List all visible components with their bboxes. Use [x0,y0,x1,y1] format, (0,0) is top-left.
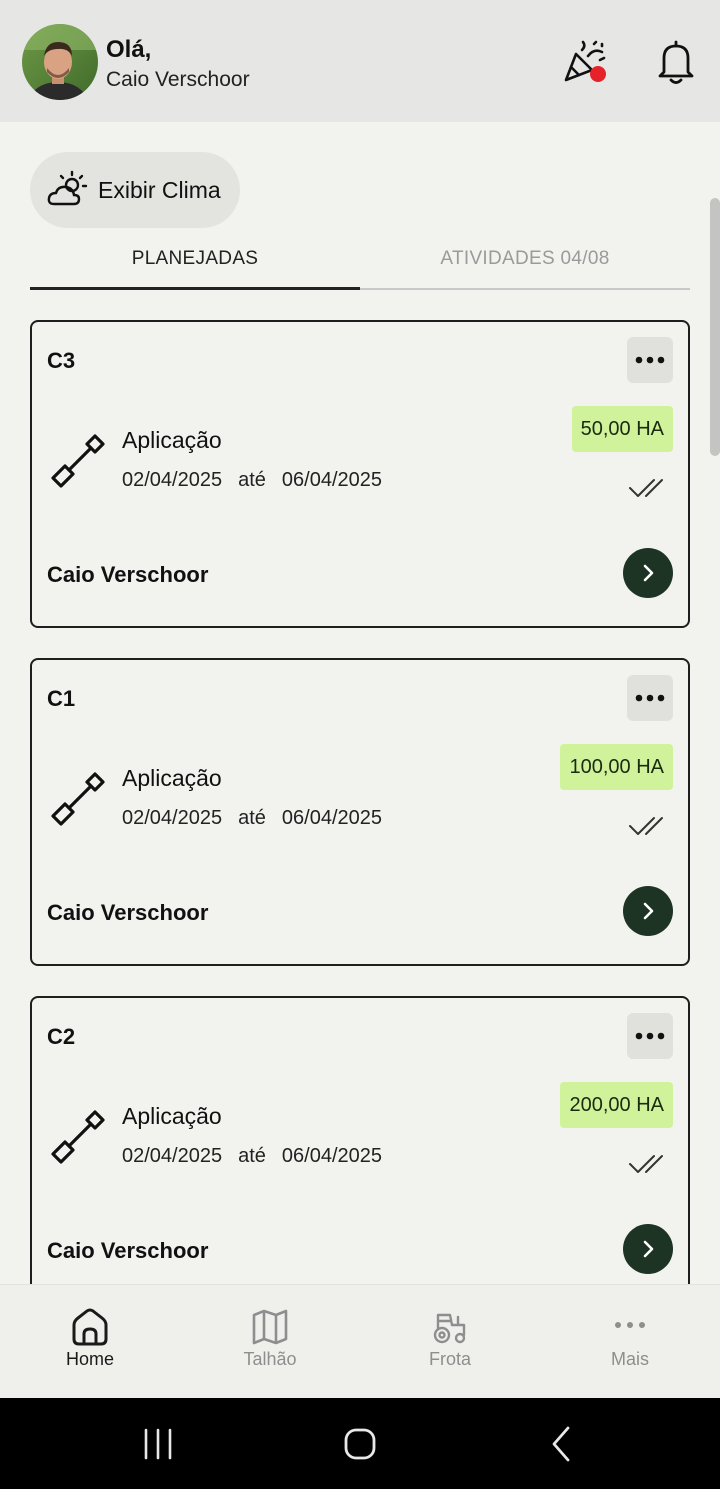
nav-frota[interactable]: Frota [360,1285,540,1399]
activity-card[interactable]: C3 Aplicação 02/04/2025 até 06/04/2025 50,… [30,320,690,628]
double-check-icon [629,817,663,835]
tractor-icon [433,1313,466,1344]
shovel-icon [51,772,105,826]
chevron-right-icon [643,1240,654,1258]
activity-name: Aplicação [122,765,222,791]
system-navigation-bar [0,1398,720,1489]
scrollbar[interactable] [710,198,720,456]
chevron-right-icon [643,902,654,920]
end-date: 06/04/2025 [281,469,383,491]
area-badge: 200,00 HA [560,1082,673,1128]
nav-home[interactable]: Home [0,1285,180,1399]
double-check-icon [629,1155,663,1173]
notification-dot [590,66,606,82]
start-date: 02/04/2025 [122,469,223,491]
greeting: Olá, [106,36,152,63]
date-range: 02/04/2025 até 06/04/2025 [122,807,398,830]
username: Caio Verschoor [106,68,250,91]
card-owner: Caio Verschoor [47,562,209,587]
date-separator: até [238,469,266,491]
nav-home-label: Home [65,1349,114,1369]
double-check-icon [629,479,663,497]
more-horizontal-icon [635,1032,665,1040]
show-weather-label: Exibir Clima [98,176,221,203]
shovel-icon [51,434,105,488]
start-date: 02/04/2025 [122,1145,223,1167]
date-range: 02/04/2025 até 06/04/2025 [122,469,398,492]
area-badge: 100,00 HA [560,744,673,790]
open-card-button[interactable] [623,886,673,936]
nav-mais[interactable]: Mais [540,1285,720,1399]
nav-talhao[interactable]: Talhão [180,1285,360,1399]
card-title: C3 [47,348,76,373]
app-header: Olá, Caio Verschoor [0,0,720,122]
more-horizontal-icon [635,694,665,702]
more-options-button[interactable] [627,675,673,721]
more-options-button[interactable] [627,337,673,383]
date-separator: até [238,807,266,829]
bottom-navigation: Home Talhão Frota Mais [0,1284,720,1398]
card-title: C2 [47,1024,76,1049]
open-card-button[interactable] [623,548,673,598]
shovel-icon [51,1110,105,1164]
more-horizontal-icon [635,356,665,364]
back-icon[interactable] [540,1422,584,1466]
tab-atividades[interactable]: ATIVIDADES 04/08 [360,232,690,290]
nav-talhao-label: Talhão [243,1349,297,1369]
activity-name: Aplicação [122,427,222,453]
activity-card[interactable]: C1 Aplicação 02/04/2025 até 06/04/2025 100… [30,658,690,966]
date-separator: até [238,1145,266,1167]
avatar[interactable] [22,24,98,100]
open-card-button[interactable] [623,1224,673,1274]
bell-icon[interactable] [650,36,702,88]
chevron-right-icon [643,564,654,582]
show-weather-button[interactable]: Exibir Clima [30,152,240,228]
sun-cloud-icon [47,170,88,206]
nav-mais-label: Mais [610,1349,649,1369]
end-date: 06/04/2025 [281,1145,383,1167]
more-options-button[interactable] [627,1013,673,1059]
home-circle-icon[interactable] [338,1422,382,1466]
recent-apps-icon[interactable] [136,1422,180,1466]
start-date: 02/04/2025 [122,807,223,829]
activity-card[interactable]: C2 Aplicação 02/04/2025 até 06/04/2025 200… [30,996,690,1284]
area-badge: 50,00 HA [571,406,673,452]
more-icon [615,1322,645,1328]
home-icon [72,1308,108,1346]
date-range: 02/04/2025 até 06/04/2025 [122,1145,398,1168]
card-owner: Caio Verschoor [47,1238,209,1263]
end-date: 06/04/2025 [281,807,383,829]
nav-frota-label: Frota [428,1349,471,1369]
tab-bar: PLANEJADAS ATIVIDADES 04/08 [30,232,690,292]
map-icon [252,1309,288,1345]
card-title: C1 [47,686,76,711]
tab-planejadas[interactable]: PLANEJADAS [30,232,360,290]
activity-list: C3 Aplicação 02/04/2025 até 06/04/2025 50,… [0,320,720,1284]
card-owner: Caio Verschoor [47,900,209,925]
activity-name: Aplicação [122,1103,222,1129]
party-popper-icon[interactable] [558,36,610,88]
